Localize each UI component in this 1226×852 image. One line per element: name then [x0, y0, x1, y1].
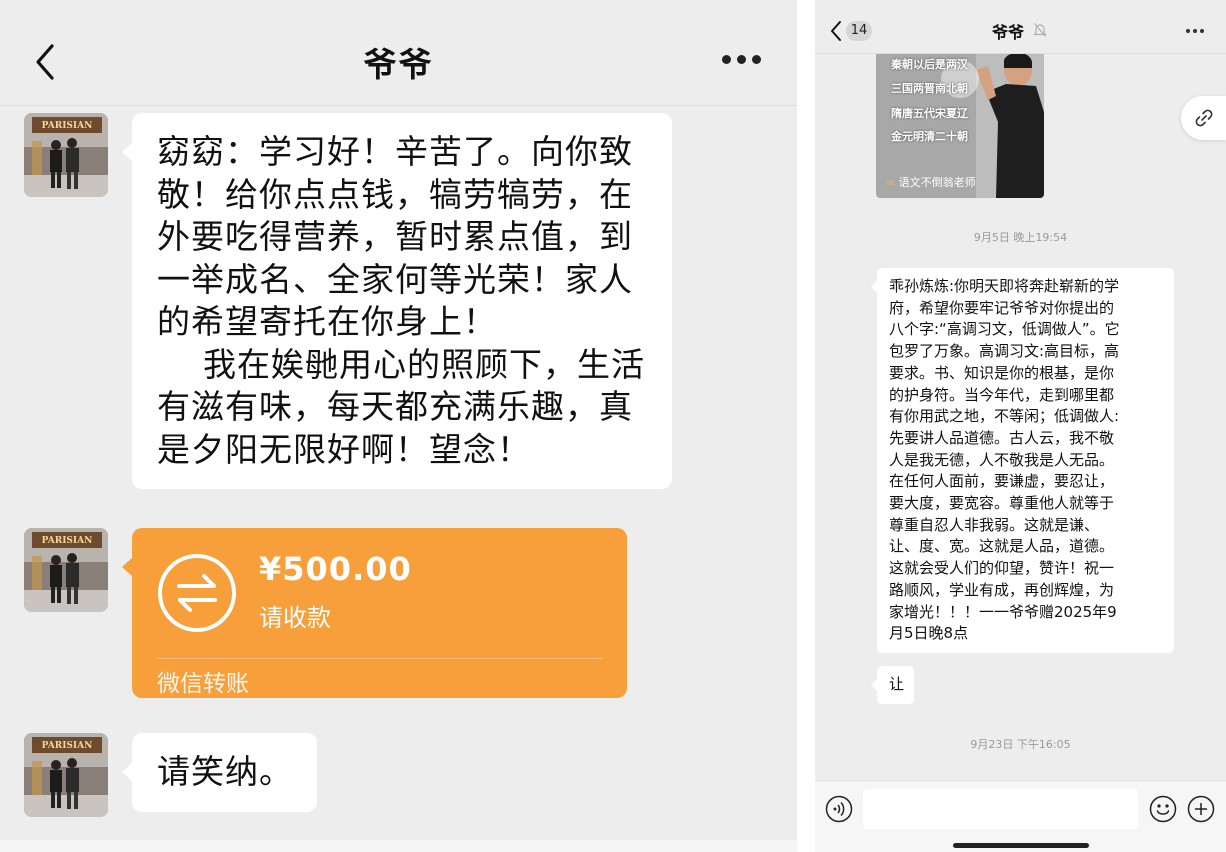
bottom-strip — [0, 840, 797, 852]
svg-text:PARISIAN: PARISIAN — [42, 121, 93, 131]
transfer-footer: 微信转账 — [157, 671, 249, 697]
message-bubble[interactable]: 窈窈：学习好！辛苦了。向你致 敬！给你点点钱，犒劳犒劳，在 外要吃得营养，暂时累… — [122, 113, 672, 489]
link-icon — [1195, 109, 1213, 127]
link-button[interactable] — [1181, 96, 1226, 140]
transfer-icon — [158, 554, 236, 632]
message-text: 请笑纳。 — [157, 752, 293, 791]
avatar[interactable]: PARISIAN — [24, 113, 108, 197]
chat-header: 爷爷 — [0, 0, 797, 106]
emoji-icon[interactable] — [1149, 795, 1177, 823]
svg-text:PARISIAN: PARISIAN — [42, 536, 93, 546]
screenshot-stage: 爷爷 PARISIAN 窈窈：学习好！辛苦了。向你致 敬！给你点点钱，犒劳犒劳，… — [0, 0, 1226, 852]
message-text: 窈窈：学习好！辛苦了。向你致 敬！给你点点钱，犒劳犒劳，在 外要吃得营养，暂时累… — [157, 132, 645, 469]
unread-count-badge[interactable]: 14 — [846, 21, 872, 41]
message-text: 让 — [889, 675, 905, 693]
more-icon[interactable] — [720, 55, 764, 67]
transfer-card[interactable]: ¥500.00 请收款 微信转账 — [122, 528, 627, 698]
channels-icon: ∞ — [886, 176, 896, 189]
video-caption-text: 语文不倒翁老师 — [898, 176, 976, 189]
timestamp: 9月23日 下午16:05 — [970, 738, 1071, 751]
transfer-divider — [157, 658, 602, 659]
chat-title: 爷爷 — [992, 23, 1025, 42]
svg-text:PARISIAN: PARISIAN — [42, 741, 93, 751]
home-indicator — [953, 843, 1089, 848]
video-card[interactable]: 秦朝以后是两汉 三国两晋南北朝 隋唐五代宋夏辽 金元明清二十朝 ∞ 语文不倒翁老… — [876, 52, 1044, 198]
plus-icon[interactable] — [1187, 795, 1215, 823]
message-bubble[interactable]: 让 — [870, 666, 915, 704]
video-text-line: 秦朝以后是两汉 — [891, 58, 968, 71]
message-text: 乖孙炼炼:你明天即将奔赴崭新的学 府，希望你要牢记爷爷对你提出的 八个字:“高调… — [889, 277, 1120, 643]
video-text-line: 隋唐五代宋夏辽 — [891, 107, 968, 120]
voice-icon[interactable] — [825, 795, 853, 823]
video-text-line: 三国两晋南北朝 — [891, 82, 968, 95]
message-bubble[interactable]: 乖孙炼炼:你明天即将奔赴崭新的学 府，希望你要牢记爷爷对你提出的 八个字:“高调… — [871, 268, 1174, 653]
video-caption: ∞ 语文不倒翁老师 — [886, 174, 976, 190]
video-text-line: 金元明清二十朝 — [891, 130, 968, 143]
left-chat-screen: 爷爷 PARISIAN 窈窈：学习好！辛苦了。向你致 敬！给你点点钱，犒劳犒劳，… — [0, 0, 797, 852]
input-bar — [815, 780, 1226, 852]
avatar[interactable]: PARISIAN — [24, 733, 108, 817]
avatar[interactable]: PARISIAN — [24, 528, 108, 612]
right-chat-screen: 14 爷爷 秦朝以后是两汉 三国两晋南北朝 隋唐五代宋夏辽 金元明清二十朝 ∞ … — [815, 0, 1226, 852]
transfer-amount: ¥500.00 — [259, 550, 412, 588]
transfer-status: 请收款 — [259, 604, 331, 632]
timestamp: 9月5日 晚上19:54 — [973, 231, 1068, 244]
chat-title: 爷爷 — [363, 45, 434, 84]
person-image — [976, 52, 1044, 198]
more-icon[interactable] — [1186, 29, 1206, 34]
muted-bell-icon — [1033, 23, 1047, 37]
message-input[interactable] — [863, 789, 1138, 829]
chevron-left-icon[interactable] — [829, 20, 843, 42]
chat-header: 14 爷爷 — [815, 0, 1226, 54]
message-bubble[interactable]: 请笑纳。 — [122, 733, 317, 812]
